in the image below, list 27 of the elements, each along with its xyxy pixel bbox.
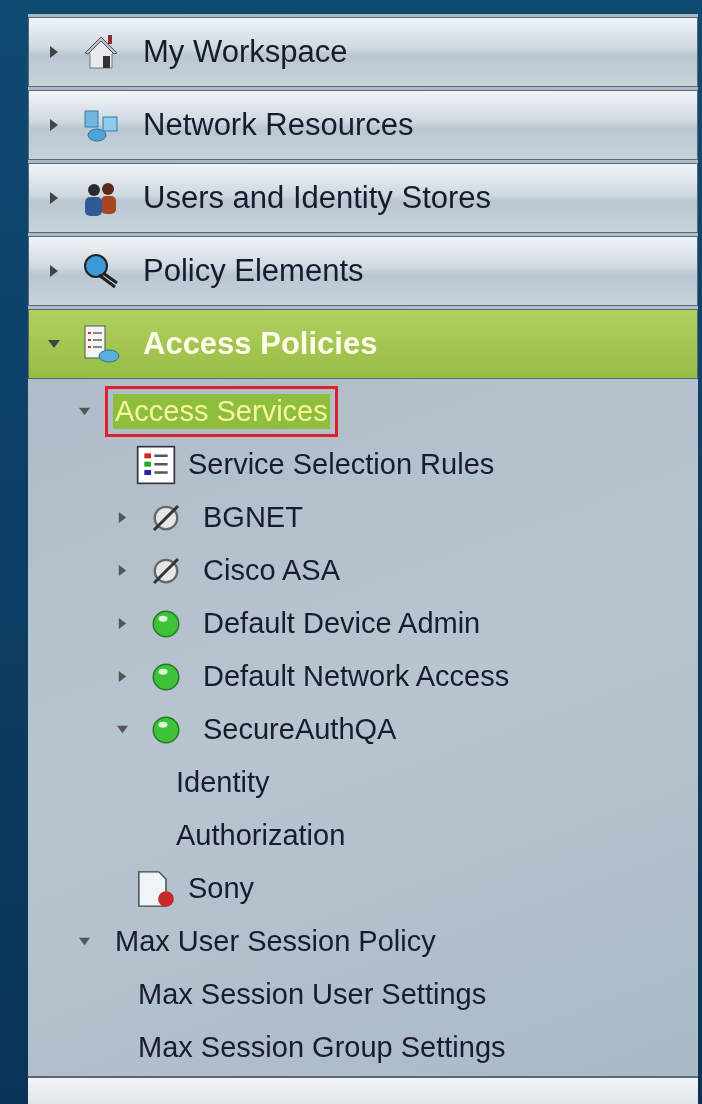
tree-item[interactable]: Sony — [186, 871, 257, 906]
accordion-header[interactable]: Policy Elements — [28, 236, 698, 306]
expand-arrow-icon[interactable] — [116, 511, 129, 524]
collapse-arrow-icon[interactable] — [78, 405, 91, 418]
tree-item[interactable]: Cisco ASA — [201, 553, 342, 588]
tree-item[interactable]: Max User Session Policy — [113, 924, 438, 959]
tree-item[interactable]: Identity — [174, 765, 272, 800]
tree-item[interactable]: Max Session Group Settings — [136, 1030, 508, 1065]
checklist-disk-icon — [81, 324, 121, 364]
expand-arrow-icon[interactable] — [116, 617, 129, 630]
tree-item[interactable]: Default Device Admin — [201, 606, 483, 641]
tree-item[interactable]: Service Selection Rules — [186, 447, 497, 482]
expand-arrow-icon[interactable] — [116, 670, 129, 683]
expand-arrow-icon[interactable] — [116, 564, 129, 577]
accordion-header[interactable] — [28, 1076, 698, 1104]
collapse-arrow-icon[interactable] — [78, 935, 91, 948]
accordion-header[interactable]: Network Resources — [28, 90, 698, 160]
accordion-header[interactable]: My Workspace — [28, 17, 698, 87]
tree-item[interactable]: BGNET — [201, 500, 305, 535]
rules-list-icon — [136, 444, 176, 485]
tree-item[interactable]: Max Session User Settings — [136, 977, 489, 1012]
tree-item[interactable]: Default Network Access — [201, 659, 512, 694]
tree-item[interactable]: Authorization — [174, 818, 348, 853]
document-error-icon — [136, 868, 176, 909]
tree-item[interactable]: SecureAuthQA — [201, 712, 399, 747]
collapse-arrow-icon[interactable] — [116, 723, 129, 736]
accordion-header[interactable]: Users and Identity Stores — [28, 163, 698, 233]
